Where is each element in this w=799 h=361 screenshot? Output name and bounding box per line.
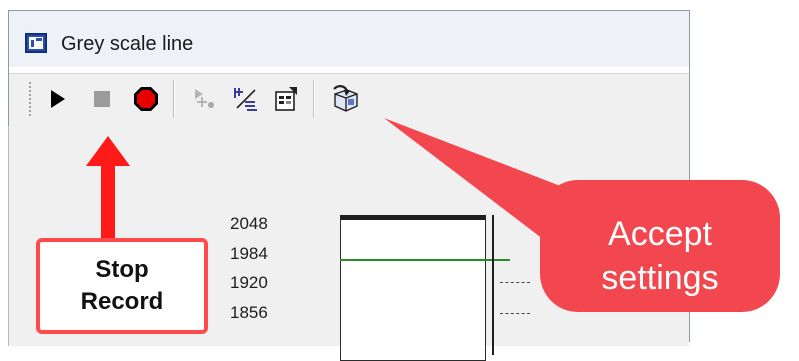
add-marker-icon	[195, 89, 214, 108]
app-icon	[25, 33, 47, 53]
toolbar-separator	[173, 80, 174, 118]
toolbar-separator	[313, 80, 314, 118]
accept-settings-label: Accept settings	[540, 212, 780, 300]
dashed-guide	[500, 313, 530, 314]
y-tick-label: 1920	[230, 273, 268, 292]
accept-settings-icon	[333, 85, 358, 112]
stop-record-callout: Stop Record	[36, 238, 208, 334]
record-icon	[134, 87, 158, 111]
y-tick-label: 1856	[230, 303, 268, 322]
accept-settings-button[interactable]	[331, 84, 361, 114]
properties-icon	[275, 87, 297, 111]
record-button[interactable]	[131, 84, 161, 114]
add-marker-button[interactable]	[189, 84, 219, 114]
dashed-guide	[500, 282, 530, 283]
arrow-up-icon	[86, 136, 130, 240]
play-icon	[51, 90, 65, 108]
scale-button[interactable]	[231, 84, 261, 114]
stop-icon	[94, 91, 110, 107]
scale-icon	[234, 88, 257, 111]
y-tick-label: 1984	[230, 244, 268, 263]
play-button[interactable]	[43, 84, 73, 114]
callout-line: Accept	[608, 215, 712, 253]
title-bar: Grey scale line	[9, 11, 689, 67]
callout-line: settings	[601, 259, 719, 297]
properties-button[interactable]	[271, 84, 301, 114]
callout-line: Stop	[95, 256, 149, 283]
window-title: Grey scale line	[61, 33, 194, 55]
toolbar-grip[interactable]	[29, 82, 35, 116]
stop-button[interactable]	[87, 84, 117, 114]
callout-line: Record	[80, 288, 164, 315]
y-tick-label: 2048	[230, 214, 268, 233]
